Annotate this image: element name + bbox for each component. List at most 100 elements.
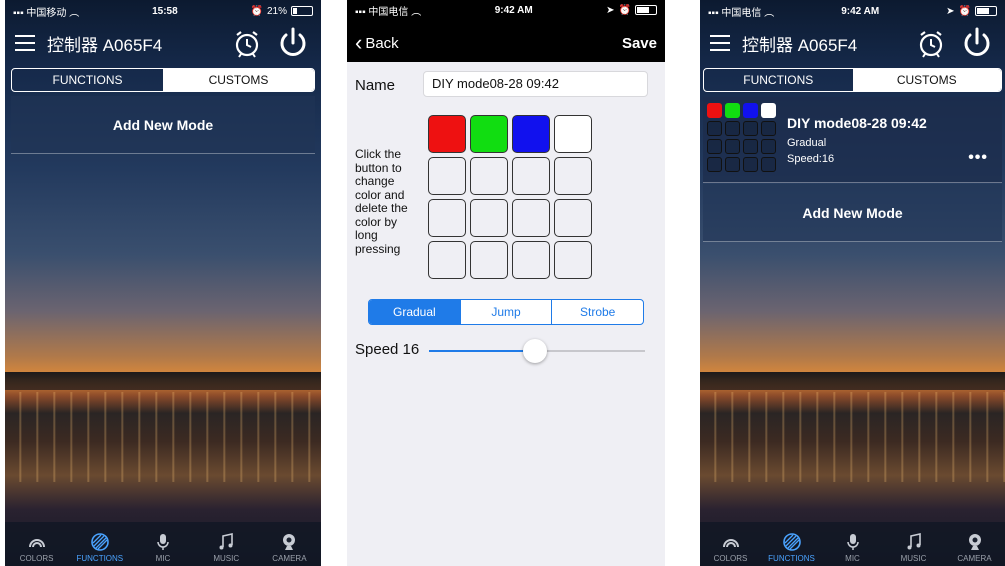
power-icon[interactable] (959, 25, 995, 61)
alarm-clock-icon[interactable] (913, 25, 949, 61)
tab-functions[interactable]: FUNCTIONS (704, 69, 853, 91)
color-slot-empty[interactable] (428, 157, 466, 195)
color-slot-empty[interactable] (554, 157, 592, 195)
add-new-mode-button[interactable]: Add New Mode (11, 96, 315, 154)
mini-color-slot-empty (743, 121, 758, 136)
mode-option-jump[interactable]: Jump (459, 300, 552, 324)
speed-slider[interactable] (429, 338, 645, 364)
tab-mic[interactable]: MIC (822, 522, 883, 566)
functions-icon (782, 533, 801, 551)
color-slot-empty[interactable] (470, 241, 508, 279)
mini-color-slot-empty (761, 139, 776, 154)
mode-title: DIY mode08-28 09:42 (787, 115, 927, 131)
phone-screen-customs-list: ▪▪▪ 中国电信 ︵ 9:42 AM ➤ ⏰ 控制器 A065F4 FUNCTI… (700, 0, 1005, 566)
mode-type: Gradual (787, 137, 827, 149)
camera-icon (968, 534, 981, 550)
colors-icon (722, 539, 739, 548)
tab-label: MIC (845, 554, 860, 563)
tab-label: FUNCTIONS (768, 554, 815, 563)
color-slot-filled[interactable] (554, 115, 592, 153)
tab-label: CAMERA (957, 554, 992, 563)
tab-customs[interactable]: CUSTOMS (163, 69, 314, 91)
horizon-treeline (700, 372, 1005, 390)
battery-percent: 21% (266, 5, 287, 17)
nav-bar: ▪▪▪ 中国电信 ︵ 9:42 AM ➤ ⏰ ‹ Back Save (347, 0, 665, 62)
color-slot-empty[interactable] (512, 241, 550, 279)
tab-colors[interactable]: COLORS (700, 522, 761, 566)
carrier-label: 中国移动 (26, 7, 67, 19)
color-slot-filled[interactable] (470, 115, 508, 153)
color-slot-empty[interactable] (428, 199, 466, 237)
bottom-tab-bar: COLORS FUNCTIONS MIC MUSIC CAMERA (700, 522, 1005, 566)
mic-icon (846, 534, 859, 550)
mini-color-slot-filled (743, 103, 758, 118)
tab-camera[interactable]: CAMERA (944, 522, 1005, 566)
power-icon[interactable] (275, 25, 311, 61)
mode-option-strobe[interactable]: Strobe (551, 300, 643, 324)
tab-functions-bottom[interactable]: FUNCTIONS (761, 522, 822, 566)
back-button[interactable]: ‹ Back (355, 32, 399, 54)
mini-color-slot-empty (725, 157, 740, 172)
color-slot-empty[interactable] (512, 199, 550, 237)
phone-screen-customs-empty: ▪▪▪ 中国移动 ︵ 15:58 ⏰ 21% 控制器 A065F4 FUNCTI… (5, 0, 321, 566)
alarm-status-icon: ⏰ (958, 5, 971, 17)
signal-icon: ▪▪▪ (355, 6, 366, 18)
name-field[interactable]: DIY mode08-28 09:42 (423, 71, 648, 97)
tab-functions-bottom[interactable]: FUNCTIONS (68, 522, 131, 566)
wifi-icon: ︵ (69, 7, 80, 19)
water-reflection (5, 392, 321, 482)
battery-icon (635, 5, 657, 15)
tab-label: MUSIC (213, 554, 240, 563)
mini-color-slot-empty (743, 157, 758, 172)
color-slot-empty[interactable] (554, 241, 592, 279)
tab-music[interactable]: MUSIC (195, 522, 258, 566)
color-slot-empty[interactable] (470, 157, 508, 195)
device-title: 控制器 A065F4 (47, 35, 163, 55)
alarm-status-icon: ⏰ (618, 4, 631, 16)
colors-icon (28, 539, 45, 548)
camera-icon (283, 534, 296, 550)
tab-label: FUNCTIONS (76, 554, 124, 563)
color-instructions: Click the button to change color and del… (355, 147, 408, 256)
tab-mic[interactable]: MIC (131, 522, 194, 566)
mode-speed: Speed:16 (787, 153, 835, 165)
alarm-clock-icon[interactable] (229, 25, 265, 61)
mini-color-slot-empty (761, 121, 776, 136)
color-slot-empty[interactable] (512, 157, 550, 195)
add-new-mode-button[interactable]: Add New Mode (703, 184, 1002, 242)
tab-camera[interactable]: CAMERA (258, 522, 321, 566)
water-reflection (700, 392, 1005, 482)
custom-mode-card[interactable]: DIY mode08-28 09:42 Gradual Speed:16 ••• (703, 97, 1002, 183)
mode-option-gradual[interactable]: Gradual (369, 300, 460, 324)
signal-icon: ▪▪▪ (13, 7, 24, 19)
color-slot-empty[interactable] (428, 241, 466, 279)
color-slot-filled[interactable] (428, 115, 466, 153)
app-header: 控制器 A065F4 (700, 22, 1005, 64)
mic-icon (157, 534, 169, 550)
tab-customs[interactable]: CUSTOMS (852, 69, 1001, 91)
location-icon: ➤ (606, 4, 615, 16)
mini-color-slot-filled (707, 103, 722, 118)
signal-icon: ▪▪▪ (708, 7, 719, 19)
tab-functions[interactable]: FUNCTIONS (12, 69, 163, 91)
functions-icon (90, 533, 109, 551)
color-slot-filled[interactable] (512, 115, 550, 153)
speed-label: Speed 16 (355, 341, 420, 358)
color-slot-empty[interactable] (470, 199, 508, 237)
tab-label: MIC (155, 554, 171, 563)
phone-screen-edit-mode: ▪▪▪ 中国电信 ︵ 9:42 AM ➤ ⏰ ‹ Back Save Name … (347, 0, 665, 566)
menu-icon[interactable] (15, 35, 35, 51)
name-label: Name (355, 77, 396, 94)
location-icon: ➤ (946, 5, 955, 17)
more-options-icon[interactable]: ••• (968, 149, 988, 167)
save-button[interactable]: Save (622, 35, 657, 52)
mini-color-slot-filled (725, 103, 740, 118)
tab-music[interactable]: MUSIC (883, 522, 944, 566)
carrier-label: 中国电信 (721, 7, 762, 19)
menu-icon[interactable] (710, 35, 730, 51)
carrier-label: 中国电信 (368, 6, 409, 18)
tab-colors[interactable]: COLORS (5, 522, 68, 566)
color-slot-empty[interactable] (554, 199, 592, 237)
slider-thumb[interactable] (523, 339, 548, 363)
mode-selector: Gradual Jump Strobe (368, 299, 644, 325)
